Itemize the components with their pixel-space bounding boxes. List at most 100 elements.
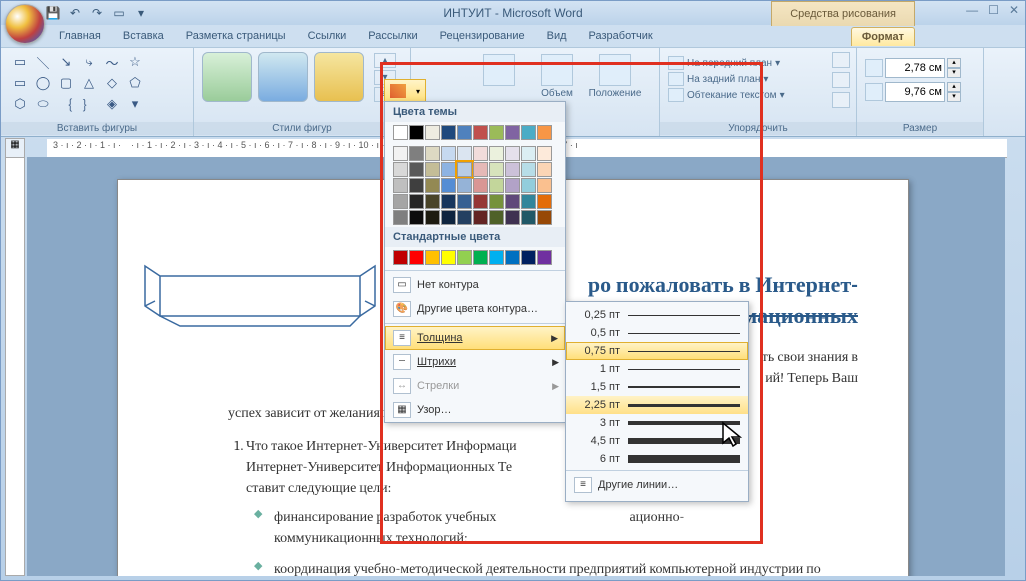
theme-color-swatch[interactable] xyxy=(457,162,472,177)
theme-color-swatch[interactable] xyxy=(489,162,504,177)
theme-color-swatch[interactable] xyxy=(505,178,520,193)
tab-review[interactable]: Рецензирование xyxy=(430,27,535,45)
standard-color-swatch[interactable] xyxy=(441,250,456,265)
theme-color-swatch[interactable] xyxy=(425,125,440,140)
no-outline-item[interactable]: ▭Нет контура xyxy=(385,273,565,297)
width-input[interactable] xyxy=(885,82,945,102)
theme-color-swatch[interactable] xyxy=(537,194,552,209)
style-prev-icon[interactable]: ▴ xyxy=(374,53,396,68)
qat-redo-icon[interactable]: ↷ xyxy=(87,3,107,23)
tab-insert[interactable]: Вставка xyxy=(113,27,174,45)
standard-color-swatch[interactable] xyxy=(505,250,520,265)
theme-color-swatch[interactable] xyxy=(521,125,536,140)
theme-color-swatch[interactable] xyxy=(489,178,504,193)
standard-color-swatch[interactable] xyxy=(521,250,536,265)
standard-color-swatch[interactable] xyxy=(473,250,488,265)
theme-color-swatch[interactable] xyxy=(425,194,440,209)
style-swatch-2[interactable] xyxy=(258,52,308,102)
theme-color-swatch[interactable] xyxy=(473,194,488,209)
theme-color-swatch[interactable] xyxy=(441,146,456,161)
vertical-ruler[interactable] xyxy=(5,157,25,576)
shape-freeform-icon[interactable]: 〜 xyxy=(101,52,123,72)
theme-color-swatch[interactable] xyxy=(441,178,456,193)
qat-more-icon[interactable]: ▾ xyxy=(131,3,151,23)
theme-color-swatch[interactable] xyxy=(457,194,472,209)
theme-color-swatch[interactable] xyxy=(537,125,552,140)
weight-option[interactable]: 0,25 пт xyxy=(566,306,748,324)
theme-color-swatch[interactable] xyxy=(409,194,424,209)
theme-color-swatch[interactable] xyxy=(409,162,424,177)
weight-option[interactable]: 1 пт xyxy=(566,360,748,378)
shape-textbox-icon[interactable]: ▭ xyxy=(9,52,31,72)
theme-color-swatch[interactable] xyxy=(393,194,408,209)
shape-rect-icon[interactable]: ▭ xyxy=(9,73,31,93)
theme-color-swatch[interactable] xyxy=(537,146,552,161)
shape-cylinder-icon[interactable]: ⬭ xyxy=(32,94,54,114)
weight-item[interactable]: ≡Толщина▶ xyxy=(385,326,565,350)
shape-more2-icon[interactable]: ⬠ xyxy=(124,73,146,93)
close-icon[interactable]: ✕ xyxy=(1009,3,1019,17)
theme-color-swatch[interactable] xyxy=(505,125,520,140)
weight-option[interactable]: 2,25 пт xyxy=(566,396,748,414)
theme-color-swatch[interactable] xyxy=(441,210,456,225)
shape-brace2-icon[interactable]: ｝ xyxy=(78,94,100,114)
weight-option[interactable]: 1,5 пт xyxy=(566,378,748,396)
theme-color-swatch[interactable] xyxy=(425,162,440,177)
theme-color-swatch[interactable] xyxy=(521,178,536,193)
standard-color-swatch[interactable] xyxy=(537,250,552,265)
shape-callout-icon[interactable]: ◈ xyxy=(101,94,123,114)
shape-hex-icon[interactable]: ⬡ xyxy=(9,94,31,114)
align-icon[interactable] xyxy=(832,52,850,68)
style-swatch-3[interactable] xyxy=(314,52,364,102)
more-colors-item[interactable]: 🎨Другие цвета контура… xyxy=(385,297,565,321)
theme-color-swatch[interactable] xyxy=(473,210,488,225)
theme-color-swatch[interactable] xyxy=(521,194,536,209)
office-button[interactable] xyxy=(5,4,45,44)
theme-color-swatch[interactable] xyxy=(441,194,456,209)
shape-diamond-icon[interactable]: ◇ xyxy=(101,73,123,93)
theme-color-swatch[interactable] xyxy=(521,146,536,161)
height-up-icon[interactable]: ▴ xyxy=(947,58,961,68)
theme-color-swatch[interactable] xyxy=(409,178,424,193)
theme-color-swatch[interactable] xyxy=(457,146,472,161)
theme-color-swatch[interactable] xyxy=(425,146,440,161)
theme-color-swatch[interactable] xyxy=(441,125,456,140)
shape-more1-icon[interactable]: ☆ xyxy=(124,52,146,72)
rotate-icon[interactable] xyxy=(832,92,850,108)
dashes-item[interactable]: ┄Штрихи▶ xyxy=(385,350,565,374)
theme-color-swatch[interactable] xyxy=(457,125,472,140)
shape-arrow-icon[interactable]: ↘ xyxy=(55,52,77,72)
group-icon[interactable] xyxy=(832,72,850,88)
qat-preview-icon[interactable]: ▭ xyxy=(109,3,129,23)
theme-color-swatch[interactable] xyxy=(425,210,440,225)
theme-color-swatch[interactable] xyxy=(473,146,488,161)
shape-tri-icon[interactable]: △ xyxy=(78,73,100,93)
weight-option[interactable]: 0,5 пт xyxy=(566,324,748,342)
theme-color-swatch[interactable] xyxy=(505,146,520,161)
theme-color-swatch[interactable] xyxy=(537,210,552,225)
theme-color-swatch[interactable] xyxy=(457,178,472,193)
height-input[interactable] xyxy=(885,58,945,78)
bring-front-button[interactable]: На передний план▾ xyxy=(668,56,848,70)
tab-developer[interactable]: Разработчик xyxy=(579,27,663,45)
theme-color-swatch[interactable] xyxy=(473,162,488,177)
shape-gallery[interactable]: ▭＼↘⤷〜☆ ▭◯▢△◇⬠ ⬡⬭｛｝◈▾ xyxy=(9,52,185,114)
maximize-icon[interactable]: ☐ xyxy=(988,3,999,17)
theme-color-swatch[interactable] xyxy=(489,194,504,209)
weight-option[interactable]: 6 пт xyxy=(566,450,748,468)
theme-color-swatch[interactable] xyxy=(409,125,424,140)
style-gallery[interactable]: ▴ ▾ ≡ xyxy=(202,52,402,102)
standard-color-swatch[interactable] xyxy=(489,250,504,265)
ruler-toggle-icon[interactable]: ▦ xyxy=(5,138,25,158)
theme-color-swatch[interactable] xyxy=(393,146,408,161)
theme-color-swatch[interactable] xyxy=(409,210,424,225)
qat-save-icon[interactable]: 💾 xyxy=(43,3,63,23)
theme-color-swatch[interactable] xyxy=(505,210,520,225)
pattern-item[interactable]: ▦Узор… xyxy=(385,398,565,422)
tab-format[interactable]: Формат xyxy=(851,27,915,46)
weight-option[interactable]: 0,75 пт xyxy=(566,342,748,360)
theme-color-swatch[interactable] xyxy=(489,125,504,140)
shape-connector-icon[interactable]: ⤷ xyxy=(78,52,100,72)
theme-color-swatch[interactable] xyxy=(425,178,440,193)
shape-rrect-icon[interactable]: ▢ xyxy=(55,73,77,93)
